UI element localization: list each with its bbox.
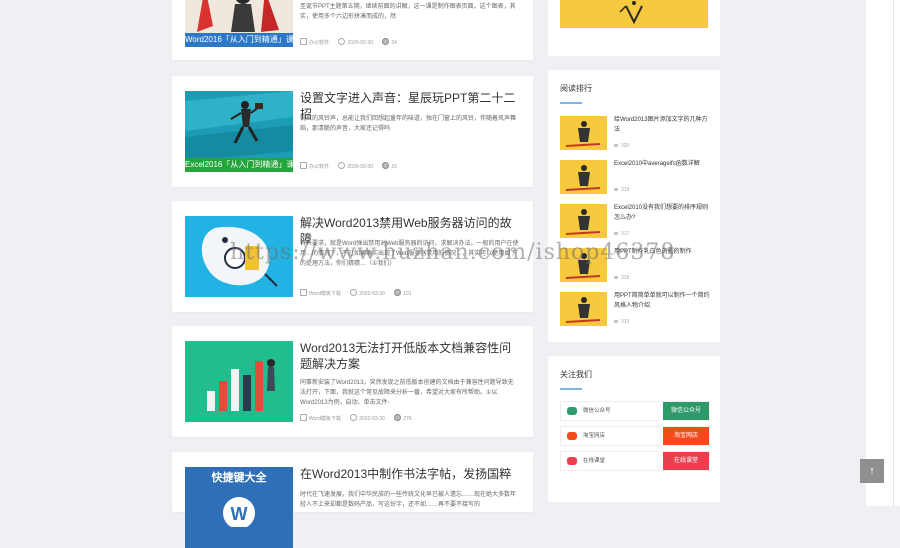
course-badge: Excel2016「从入门到精通」课程 [185,158,293,172]
rank-title[interactable]: Excel2010没有我们想要的排序规则怎么办? [614,204,710,223]
rank-views: 317 [614,231,629,237]
taobao-button[interactable]: 淘宝网店 [663,427,709,445]
eye-icon [394,414,402,421]
rank-title[interactable]: 给Word2013图片添加文字的几种方法 [614,116,710,135]
post-title[interactable]: 在Word2013中制作书法字帖，发扬国粹 [300,466,519,482]
follow-label: 淘宝网店 [583,433,606,439]
post-category[interactable]: Word模板下载 [300,289,341,298]
graduation-cap-icon [567,457,577,465]
follow-label: 微信公众号 [583,408,611,414]
clock-icon [338,38,346,45]
post-excerpt: 圣诞节PPT主题第五期，继续前面的讲解，这一课是制作图表页面。这个图表，其实，使… [300,4,516,20]
eye-icon [382,38,390,45]
page-gutter [866,0,900,506]
widget-title: 阅读排行 [560,84,592,93]
eye-icon [614,232,618,235]
rank-item[interactable]: 给Word2013图片添加文字的几种方法 320 [560,116,710,150]
follow-wechat-row[interactable]: 微信公众号 微信公众号 [560,401,710,421]
post-thumbnail[interactable]: Word2016「从入门到精通」课程 [185,0,293,47]
eye-icon [382,162,390,169]
eye-icon [614,320,618,323]
rank-views: 313 [614,319,629,325]
eye-icon [614,276,618,279]
follow-classroom-row[interactable]: 在线课堂 在线课堂 [560,451,710,471]
post-meta: Word模板下载 2020-03-30 101 [300,289,420,298]
rank-thumbnail[interactable] [560,160,607,194]
sidebar-banner-image[interactable] [560,0,708,28]
course-badge: Word2016「从入门到精通」课程 [185,33,293,47]
rank-item[interactable]: Excel2010中averageifs函数详解 319 [560,160,710,194]
post-excerpt: 同事新安装了Word2013，突然发现之前低版本创建的文档由于兼容性问题导致无法… [300,380,514,406]
post-date: 2020-03-30 [338,162,373,171]
post-excerpt: 悦耳的风铃声，总能让我们回想起童年的味道，独在门窗上的风铃，伴随着风声舞蹈，那清… [300,116,517,132]
rank-title[interactable]: Excel2010中averageifs函数详解 [614,160,710,170]
rank-views: 320 [614,143,629,149]
rank-thumbnail[interactable] [560,292,607,326]
post-views: 276 [394,414,412,423]
watermark: https://www.huzhan.com/ishop46378 [230,240,676,265]
post-excerpt: 时代在飞速发展，我们中华民族的一些传统文化早已被人遗忘……现在绝大多数年轻人不上… [300,492,517,508]
post-date: 2020-03-30 [350,289,385,298]
classroom-button[interactable]: 在线课堂 [663,452,709,470]
post-category[interactable]: 办公软件 [300,162,329,171]
category-icon [300,38,307,45]
word-logo-icon: W [223,497,255,527]
clock-icon [350,414,358,421]
sidebar-banner-card [548,0,720,56]
post-views: 101 [394,289,412,298]
figure-illustration-icon [565,121,601,147]
post-card[interactable]: Word2013无法打开低版本文档兼容性问题解决方案 同事新安装了Word201… [172,326,533,437]
widget-title: 关注我们 [560,370,592,379]
post-card[interactable]: Excel2016「从入门到精通」课程 设置文字进入声音：星辰玩PPT第二十二招… [172,76,533,187]
rank-title[interactable]: 用PPT简简单单就可以制作一个简约风格人物介绍 [614,292,710,311]
figure-illustration-icon [565,165,601,191]
rank-thumbnail[interactable] [560,204,607,238]
post-views: 34 [382,38,397,47]
post-date: 2020-03-30 [350,414,385,423]
follow-label: 在线课堂 [583,458,606,464]
post-thumbnail[interactable]: Excel2016「从入门到精通」课程 [185,91,293,172]
post-views: 16 [382,162,397,171]
post-thumbnail[interactable]: 快捷键大全 W [185,467,293,548]
widget-underline [560,102,582,104]
scrollbar[interactable] [893,0,894,506]
figure-illustration-icon [565,297,601,323]
thumbnail-heading: 快捷键大全 [211,472,267,484]
eye-icon [394,289,402,296]
wechat-icon [567,407,577,415]
post-category[interactable]: 办公软件 [300,38,329,47]
post-thumbnail[interactable] [185,341,293,422]
widget-underline [560,388,582,390]
post-card[interactable]: Word2016「从入门到精通」课程 圣诞节PPT主题第五期，继续前面的讲解，这… [172,0,533,60]
rank-views: 319 [614,187,629,193]
wechat-button[interactable]: 微信公众号 [663,402,709,420]
rank-thumbnail[interactable] [560,116,607,150]
clock-icon [350,289,358,296]
category-icon [300,162,307,169]
eye-icon [614,188,618,191]
bar-chart-illustration-icon [185,341,293,422]
follow-us-widget: 关注我们 微信公众号 微信公众号 淘宝网店 淘宝网店 在线课堂 在线课堂 [548,356,720,502]
eye-icon [614,144,618,147]
post-meta: 办公软件 2020-03-30 16 [300,162,405,171]
category-icon [300,414,307,421]
figure-illustration-icon [619,1,643,25]
post-meta: Word模板下载 2020-03-30 276 [300,414,420,423]
taobao-icon [567,432,577,440]
post-title[interactable]: Word2013无法打开低版本文档兼容性问题解决方案 [300,340,519,372]
figure-illustration-icon [565,209,601,235]
category-icon [300,289,307,296]
follow-taobao-row[interactable]: 淘宝网店 淘宝网店 [560,426,710,446]
post-meta: 办公软件 2020-03-30 34 [300,38,405,47]
rank-item[interactable]: Excel2010没有我们想要的排序规则怎么办? 317 [560,204,710,238]
clock-icon [338,162,346,169]
post-card[interactable]: 快捷键大全 W 在Word2013中制作书法字帖，发扬国粹 时代在飞速发展，我们… [172,452,533,548]
post-category[interactable]: Word模板下载 [300,414,341,423]
rank-item[interactable]: 用PPT简简单单就可以制作一个简约风格人物介绍 313 [560,292,710,326]
back-to-top-button[interactable]: ↑ [860,459,884,483]
reading-rank-widget: 阅读排行 给Word2013图片添加文字的几种方法 320 Excel2010中… [548,70,720,342]
post-date: 2020-03-30 [338,38,373,47]
svg-text:W: W [231,504,248,524]
rank-views: 316 [614,275,629,281]
